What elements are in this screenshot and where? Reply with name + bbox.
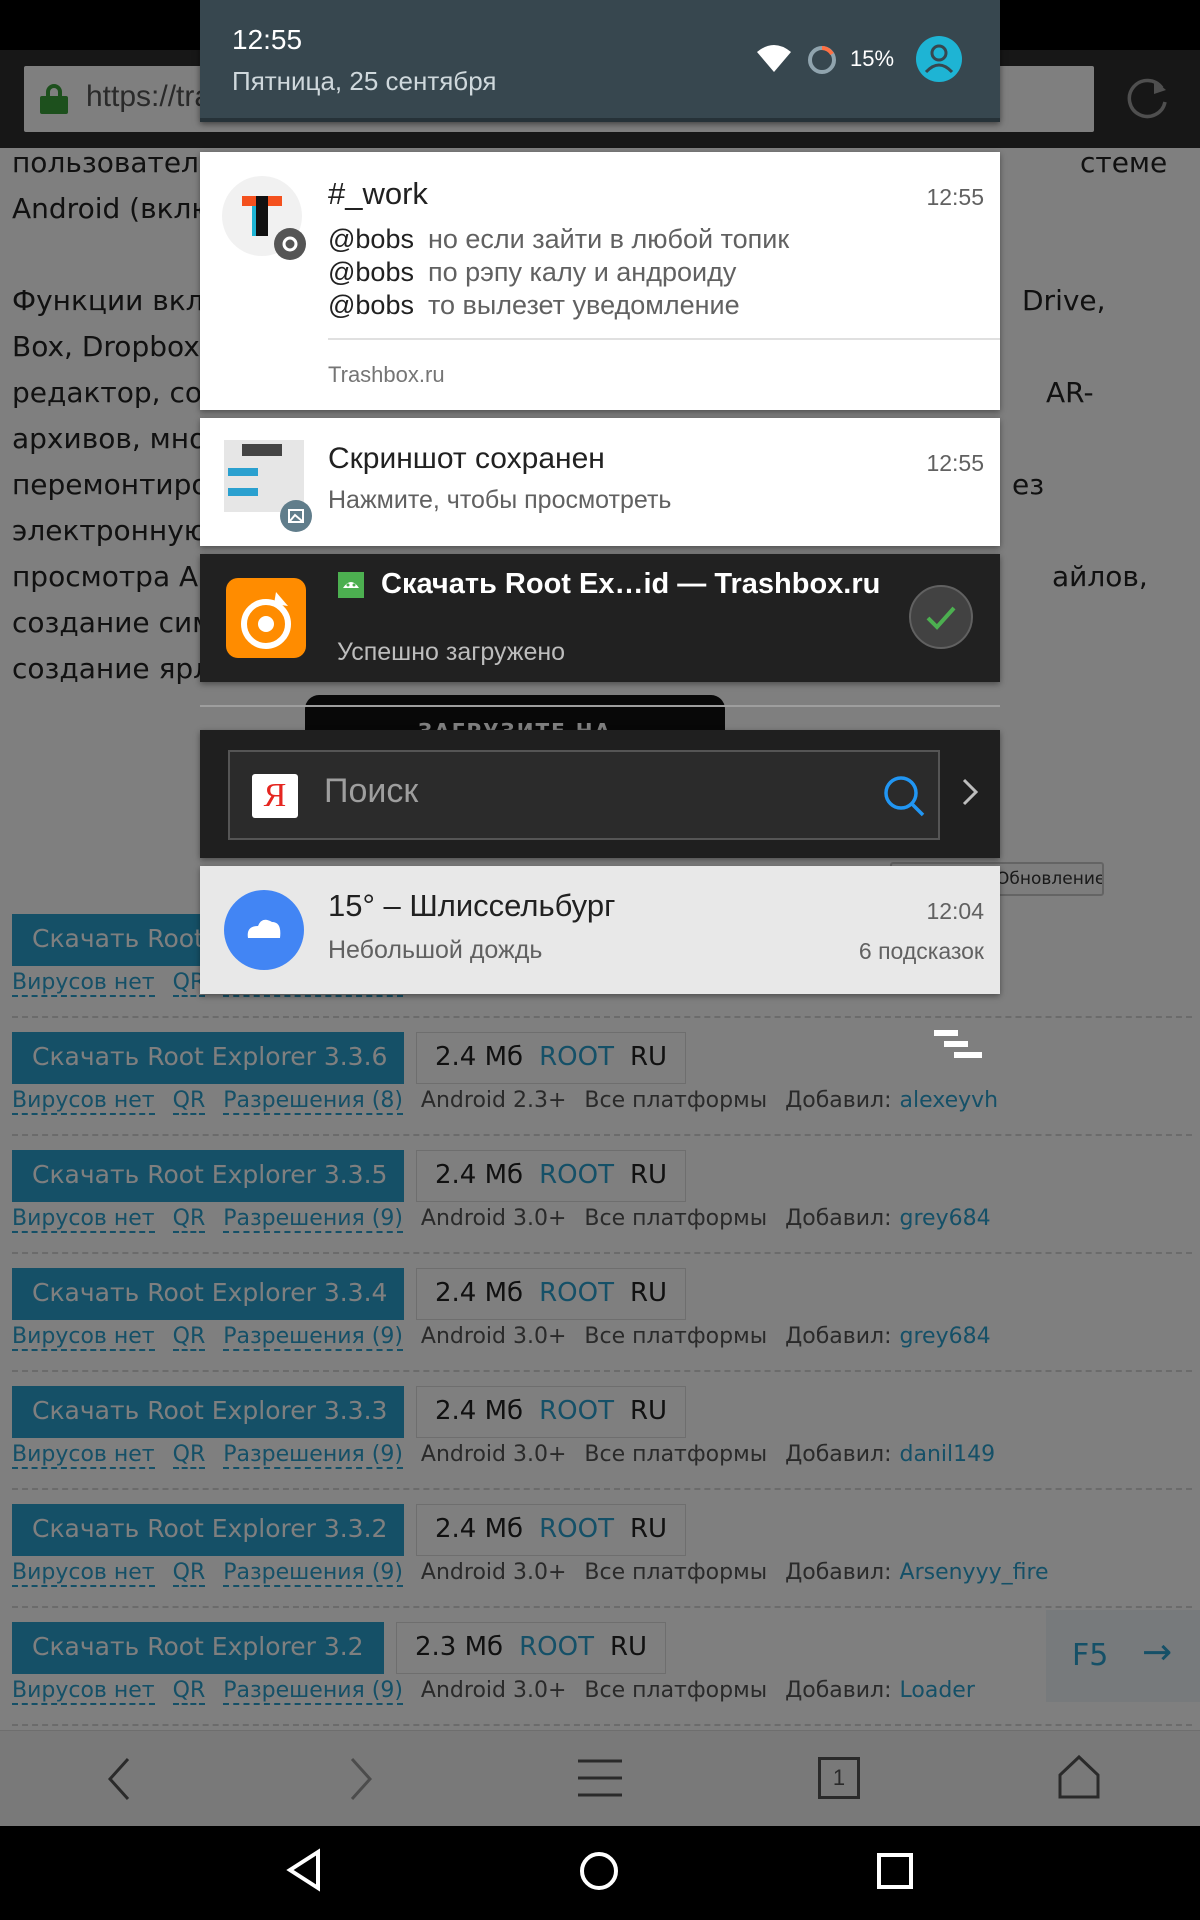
user-avatar-icon[interactable] bbox=[916, 36, 962, 82]
download-title: Скачать Root Ex…id — Trashbox.ru bbox=[381, 568, 881, 600]
notification-search-widget: Я Поиск bbox=[200, 730, 1000, 858]
quick-settings-header[interactable]: 12:55 Пятница, 25 сентября 15% bbox=[200, 0, 1000, 122]
screenshot-title: Скриншот сохранен bbox=[328, 442, 605, 475]
battery-percent: 15% bbox=[850, 46, 895, 71]
message-author: @bobs bbox=[328, 290, 414, 320]
chat-divider bbox=[328, 338, 1000, 340]
cloud-icon bbox=[224, 890, 304, 970]
shade-divider bbox=[200, 705, 1000, 707]
notification-weather[interactable]: 15° – Шлиссельбург 12:04 Небольшой дождь… bbox=[200, 866, 1000, 994]
weather-time: 12:04 bbox=[926, 898, 984, 924]
clear-all-icon[interactable] bbox=[934, 1030, 984, 1070]
screenshot-time: 12:55 bbox=[926, 450, 984, 476]
notification-screenshot[interactable]: Скриншот сохранен 12:55 Нажмите, чтобы п… bbox=[200, 418, 1000, 546]
chat-title: #_work bbox=[328, 176, 428, 211]
chevron-right-icon[interactable] bbox=[956, 774, 984, 810]
chat-source: Trashbox.ru bbox=[328, 362, 445, 387]
message-author: @bobs bbox=[328, 224, 414, 254]
nav-home-icon[interactable] bbox=[578, 1850, 620, 1892]
search-placeholder: Поиск bbox=[324, 772, 419, 810]
weather-hints: 6 подсказок bbox=[858, 938, 984, 964]
date: Пятница, 25 сентября bbox=[232, 66, 497, 96]
trashbox-app-icon bbox=[222, 176, 306, 260]
uc-browser-icon bbox=[226, 578, 306, 658]
wifi-icon bbox=[757, 45, 791, 72]
chat-time: 12:55 bbox=[926, 184, 984, 210]
yandex-logo-icon: Я bbox=[252, 774, 298, 818]
message-text: но если зайти в любой топик bbox=[427, 224, 790, 254]
header-shadow-bar bbox=[200, 118, 1000, 122]
message-author: @bobs bbox=[328, 257, 414, 287]
message-text: то вылезет уведомление bbox=[427, 290, 740, 320]
notification-download[interactable]: Скачать Root Ex…id — Trashbox.ru Успешно… bbox=[200, 554, 1000, 682]
download-status: Успешно загружено bbox=[337, 638, 566, 666]
weather-title: 15° – Шлиссельбург bbox=[328, 888, 616, 923]
notification-chat[interactable]: #_work 12:55 @bobs но если зайти в любой … bbox=[200, 152, 1000, 410]
android-icon bbox=[338, 572, 364, 598]
clock: 12:55 bbox=[232, 24, 303, 55]
nav-recents-icon[interactable] bbox=[876, 1852, 914, 1890]
chat-message: @bobs то вылезет уведомление bbox=[328, 290, 740, 321]
check-icon bbox=[909, 585, 973, 649]
image-badge-icon bbox=[280, 500, 312, 532]
nav-back-icon[interactable] bbox=[284, 1848, 324, 1892]
chat-message: @bobs по рэпу калу и андроиду bbox=[328, 257, 736, 288]
search-input[interactable]: Я Поиск bbox=[228, 750, 940, 840]
battery-icon bbox=[808, 46, 836, 74]
message-text: по рэпу калу и андроиду bbox=[427, 257, 737, 287]
weather-condition: Небольшой дождь bbox=[328, 936, 543, 964]
chat-message: @bobs но если зайти в любой топик bbox=[328, 224, 789, 255]
screenshot-text: Нажмите, чтобы просмотреть bbox=[328, 486, 672, 514]
search-icon[interactable] bbox=[882, 774, 926, 818]
